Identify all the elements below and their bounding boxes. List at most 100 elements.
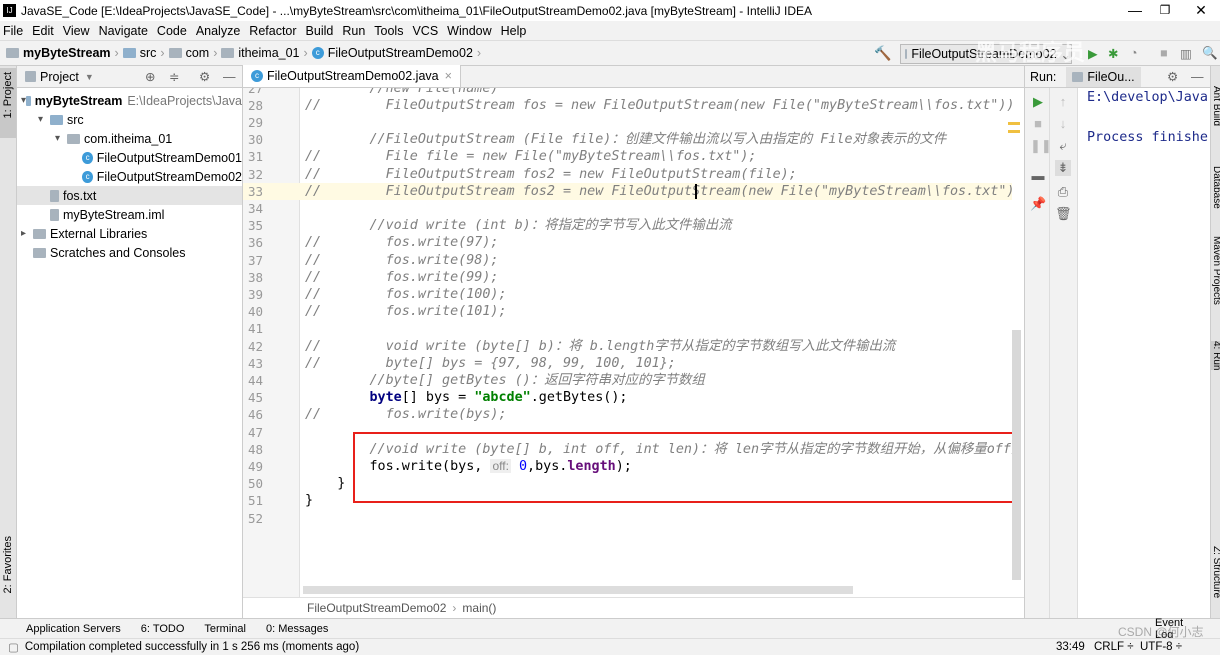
- menu-window[interactable]: Window: [447, 24, 491, 38]
- code-line[interactable]: 33 // FileOutputStream fos2 = new FileOut…: [243, 182, 1012, 200]
- close-tab-icon[interactable]: ×: [445, 69, 452, 83]
- code-area[interactable]: 27 //new File(name) 28// FileOutputStream…: [243, 88, 1012, 597]
- print-icon[interactable]: ⎙: [1055, 184, 1071, 200]
- editor-vertical-scrollbar[interactable]: [1012, 330, 1021, 580]
- line-number[interactable]: 33: [248, 183, 268, 200]
- nav-crumb[interactable]: src ›: [122, 46, 165, 60]
- code-line[interactable]: 29: [243, 114, 1012, 131]
- gear-icon[interactable]: ⚙: [199, 69, 210, 84]
- rerun-icon[interactable]: ▶: [1030, 94, 1046, 110]
- console-output[interactable]: E:\develop\Java Process finishe: [1087, 88, 1208, 148]
- tab-fileoutputstreamdemo02[interactable]: c FileOutputStreamDemo02.java ×: [243, 65, 461, 87]
- line-number[interactable]: 35: [248, 217, 268, 234]
- menu-analyze[interactable]: Analyze: [196, 24, 240, 38]
- code-line[interactable]: 42 // void write (byte[] b)：将 b.length字节从…: [243, 338, 1012, 355]
- line-number[interactable]: 48: [248, 441, 268, 458]
- stop-icon[interactable]: ■: [1160, 46, 1168, 60]
- gear-icon[interactable]: ⚙: [1167, 69, 1178, 84]
- line-number[interactable]: 32: [248, 166, 268, 183]
- line-separator[interactable]: CRLF ÷: [1094, 641, 1134, 653]
- nav-crumb[interactable]: itheima_01 ›: [221, 46, 308, 60]
- tree-item[interactable]: ▸ External Libraries: [17, 224, 242, 243]
- scroll-to-end-icon[interactable]: ⇟: [1055, 160, 1071, 176]
- database-tool-button[interactable]: Database: [1211, 166, 1220, 209]
- tree-item[interactable]: c FileOutputStreamDemo01: [17, 148, 242, 167]
- pin-icon[interactable]: 📌: [1030, 196, 1046, 212]
- code-line[interactable]: 38 // fos.write(99);: [243, 269, 1012, 286]
- code-line[interactable]: 39 // fos.write(100);: [243, 286, 1012, 303]
- project-tool-button[interactable]: 1: Project: [2, 72, 14, 118]
- line-number[interactable]: 45: [248, 389, 268, 406]
- line-number[interactable]: 31: [248, 148, 268, 165]
- menu-tools[interactable]: Tools: [374, 24, 403, 38]
- line-number[interactable]: 40: [248, 303, 268, 320]
- down-arrow-icon[interactable]: ↓: [1055, 116, 1071, 131]
- warning-marker[interactable]: [1008, 130, 1020, 133]
- hide-icon[interactable]: —: [223, 70, 236, 84]
- expand-arrow-icon[interactable]: ▾: [38, 114, 50, 125]
- run-tool-button[interactable]: 4: Run: [1211, 341, 1220, 371]
- line-number[interactable]: 43: [248, 355, 268, 372]
- code-line[interactable]: 52: [243, 510, 1012, 527]
- code-line[interactable]: 27 //new File(name): [243, 88, 1012, 97]
- layout-icon[interactable]: ▬: [1030, 168, 1046, 183]
- menu-refactor[interactable]: Refactor: [249, 24, 296, 38]
- code-line[interactable]: 41: [243, 320, 1012, 337]
- nav-crumb[interactable]: c FileOutputStreamDemo02 ›: [311, 46, 481, 60]
- code-line[interactable]: 43 // byte[] bys = {97, 98, 99, 100, 101}…: [243, 355, 1012, 372]
- code-line[interactable]: 28 // FileOutputStream fos = new FileOutp…: [243, 97, 1012, 114]
- line-number[interactable]: 34: [248, 200, 268, 217]
- line-number[interactable]: 39: [248, 286, 268, 303]
- code-line[interactable]: 46 // fos.write(bys);: [243, 406, 1012, 423]
- menu-edit[interactable]: Edit: [32, 24, 54, 38]
- coverage-icon[interactable]: ◔: [1130, 46, 1138, 60]
- menu-view[interactable]: View: [63, 24, 90, 38]
- dropdown-arrow-icon[interactable]: ▼: [85, 72, 94, 82]
- line-number[interactable]: 46: [248, 406, 268, 423]
- run-tab[interactable]: FileOu...: [1066, 66, 1141, 87]
- line-number[interactable]: 49: [248, 458, 268, 475]
- up-arrow-icon[interactable]: ↑: [1055, 94, 1071, 109]
- menu-file[interactable]: File: [3, 24, 23, 38]
- code-line[interactable]: 30 //FileOutputStream (File file)：创建文件输出…: [243, 131, 1012, 148]
- close-button[interactable]: ✕: [1186, 0, 1216, 21]
- line-number[interactable]: 38: [248, 269, 268, 286]
- project-structure-icon[interactable]: ▥: [1180, 46, 1192, 61]
- code-line[interactable]: 37 // fos.write(98);: [243, 252, 1012, 269]
- tree-item[interactable]: Scratches and Consoles: [17, 243, 242, 262]
- project-view-select[interactable]: Project: [40, 70, 79, 84]
- breadcrumb-method[interactable]: main(): [462, 601, 496, 615]
- breadcrumb-class[interactable]: FileOutputStreamDemo02: [307, 601, 446, 615]
- code-line[interactable]: 36 // fos.write(97);: [243, 234, 1012, 251]
- line-number[interactable]: 42: [248, 338, 268, 355]
- menu-vcs[interactable]: VCS: [412, 24, 438, 38]
- line-number[interactable]: 44: [248, 372, 268, 389]
- tree-item[interactable]: ▾ myByteStream E:\IdeaProjects\Java: [17, 91, 242, 110]
- expand-arrow-icon[interactable]: ▸: [21, 228, 33, 239]
- stop-icon[interactable]: ■: [1030, 116, 1046, 131]
- code-line[interactable]: 40 // fos.write(101);: [243, 303, 1012, 320]
- line-number[interactable]: 29: [248, 114, 268, 131]
- terminal-button[interactable]: Terminal: [204, 623, 246, 635]
- nav-crumb[interactable]: myByteStream ›: [6, 46, 119, 60]
- expand-arrow-icon[interactable]: ▾: [55, 133, 67, 144]
- line-number[interactable]: 41: [248, 320, 268, 337]
- collapse-all-icon[interactable]: ≑: [169, 69, 179, 84]
- line-number[interactable]: 30: [248, 131, 268, 148]
- code-line[interactable]: 45 byte[] bys = "abcde".getBytes();: [243, 389, 1012, 406]
- tree-item[interactable]: ▾ com.itheima_01: [17, 129, 242, 148]
- line-number[interactable]: 47: [248, 424, 268, 441]
- minimize-button[interactable]: —: [1120, 0, 1150, 21]
- code-line[interactable]: 44 //byte[] getBytes ()：返回字符串对应的字节数组: [243, 372, 1012, 389]
- editor-horizontal-scrollbar[interactable]: [303, 586, 853, 594]
- run-icon[interactable]: ▶: [1088, 46, 1098, 61]
- application-servers-button[interactable]: Application Servers: [26, 623, 121, 635]
- line-number[interactable]: 52: [248, 510, 268, 527]
- maven-projects-tool-button[interactable]: Maven Projects: [1211, 236, 1220, 305]
- encoding[interactable]: UTF-8 ÷: [1140, 641, 1182, 653]
- line-number[interactable]: 37: [248, 252, 268, 269]
- tree-item[interactable]: myByteStream.iml: [17, 205, 242, 224]
- line-number[interactable]: 50: [248, 475, 268, 492]
- warning-marker[interactable]: [1008, 122, 1020, 125]
- messages-button[interactable]: 0: Messages: [266, 623, 328, 635]
